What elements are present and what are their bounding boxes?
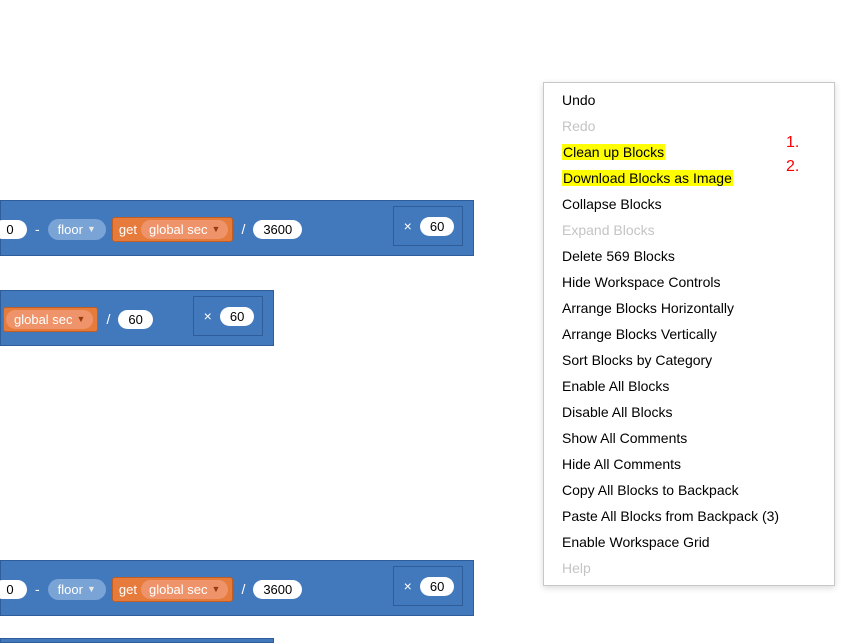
variable-dropdown[interactable]: global sec▼ <box>141 220 228 239</box>
menu-show-all-comments[interactable]: Show All Comments <box>544 425 834 451</box>
annotation-1: 1. <box>786 134 799 152</box>
block-math-row-3: 0 - floor▼ get global sec▼ / 3600 × 60 <box>0 560 474 616</box>
get-variable-block[interactable]: get global sec▼ <box>112 577 234 602</box>
chevron-down-icon: ▼ <box>212 224 221 234</box>
multiply-block[interactable]: × 60 <box>193 296 263 336</box>
get-variable-block[interactable]: get global sec▼ <box>112 217 234 242</box>
minus-op: - <box>33 221 42 237</box>
times-op: × <box>202 308 214 324</box>
number-field[interactable]: 60 <box>220 307 254 326</box>
menu-arrange-vertical[interactable]: Arrange Blocks Vertically <box>544 321 834 347</box>
chevron-down-icon: ▼ <box>87 224 96 234</box>
menu-collapse-blocks[interactable]: Collapse Blocks <box>544 191 834 217</box>
menu-delete-blocks[interactable]: Delete 569 Blocks <box>544 243 834 269</box>
number-field[interactable]: 3600 <box>253 220 302 239</box>
chevron-down-icon: ▼ <box>77 314 86 324</box>
menu-enable-all-blocks[interactable]: Enable All Blocks <box>544 373 834 399</box>
menu-disable-all-blocks[interactable]: Disable All Blocks <box>544 399 834 425</box>
multiply-block[interactable]: × 60 <box>393 206 463 246</box>
menu-expand-blocks: Expand Blocks <box>544 217 834 243</box>
times-op: × <box>402 218 414 234</box>
divide-op: / <box>104 311 112 327</box>
variable-dropdown[interactable]: global sec▼ <box>141 580 228 599</box>
floor-dropdown[interactable]: floor▼ <box>48 219 106 240</box>
get-label: get <box>119 222 137 237</box>
menu-undo[interactable]: Undo <box>544 87 834 113</box>
floor-dropdown[interactable]: floor▼ <box>48 579 106 600</box>
chevron-down-icon: ▼ <box>212 584 221 594</box>
menu-enable-workspace-grid[interactable]: Enable Workspace Grid <box>544 529 834 555</box>
block-math-row-4 <box>0 638 274 643</box>
number-field[interactable]: 60 <box>420 217 454 236</box>
get-variable-block[interactable]: global sec▼ <box>3 307 98 332</box>
number-field[interactable]: 0 <box>0 580 27 599</box>
multiply-block[interactable]: × 60 <box>393 566 463 606</box>
menu-sort-by-category[interactable]: Sort Blocks by Category <box>544 347 834 373</box>
divide-op: / <box>239 581 247 597</box>
divide-op: / <box>239 221 247 237</box>
menu-help: Help <box>544 555 834 581</box>
menu-hide-all-comments[interactable]: Hide All Comments <box>544 451 834 477</box>
menu-copy-to-backpack[interactable]: Copy All Blocks to Backpack <box>544 477 834 503</box>
annotation-2: 2. <box>786 158 799 176</box>
menu-hide-workspace-controls[interactable]: Hide Workspace Controls <box>544 269 834 295</box>
block-math-row-2: global sec▼ / 60 × 60 <box>0 290 274 346</box>
minus-op: - <box>33 581 42 597</box>
menu-arrange-horizontal[interactable]: Arrange Blocks Horizontally <box>544 295 834 321</box>
block-math-row-1: 0 - floor▼ get global sec▼ / 3600 × 60 <box>0 200 474 256</box>
menu-paste-from-backpack[interactable]: Paste All Blocks from Backpack (3) <box>544 503 834 529</box>
chevron-down-icon: ▼ <box>87 584 96 594</box>
number-field[interactable]: 60 <box>420 577 454 596</box>
times-op: × <box>402 578 414 594</box>
number-field[interactable]: 3600 <box>253 580 302 599</box>
variable-dropdown[interactable]: global sec▼ <box>6 310 93 329</box>
get-label: get <box>119 582 137 597</box>
number-field[interactable]: 0 <box>0 220 27 239</box>
number-field[interactable]: 60 <box>118 310 152 329</box>
